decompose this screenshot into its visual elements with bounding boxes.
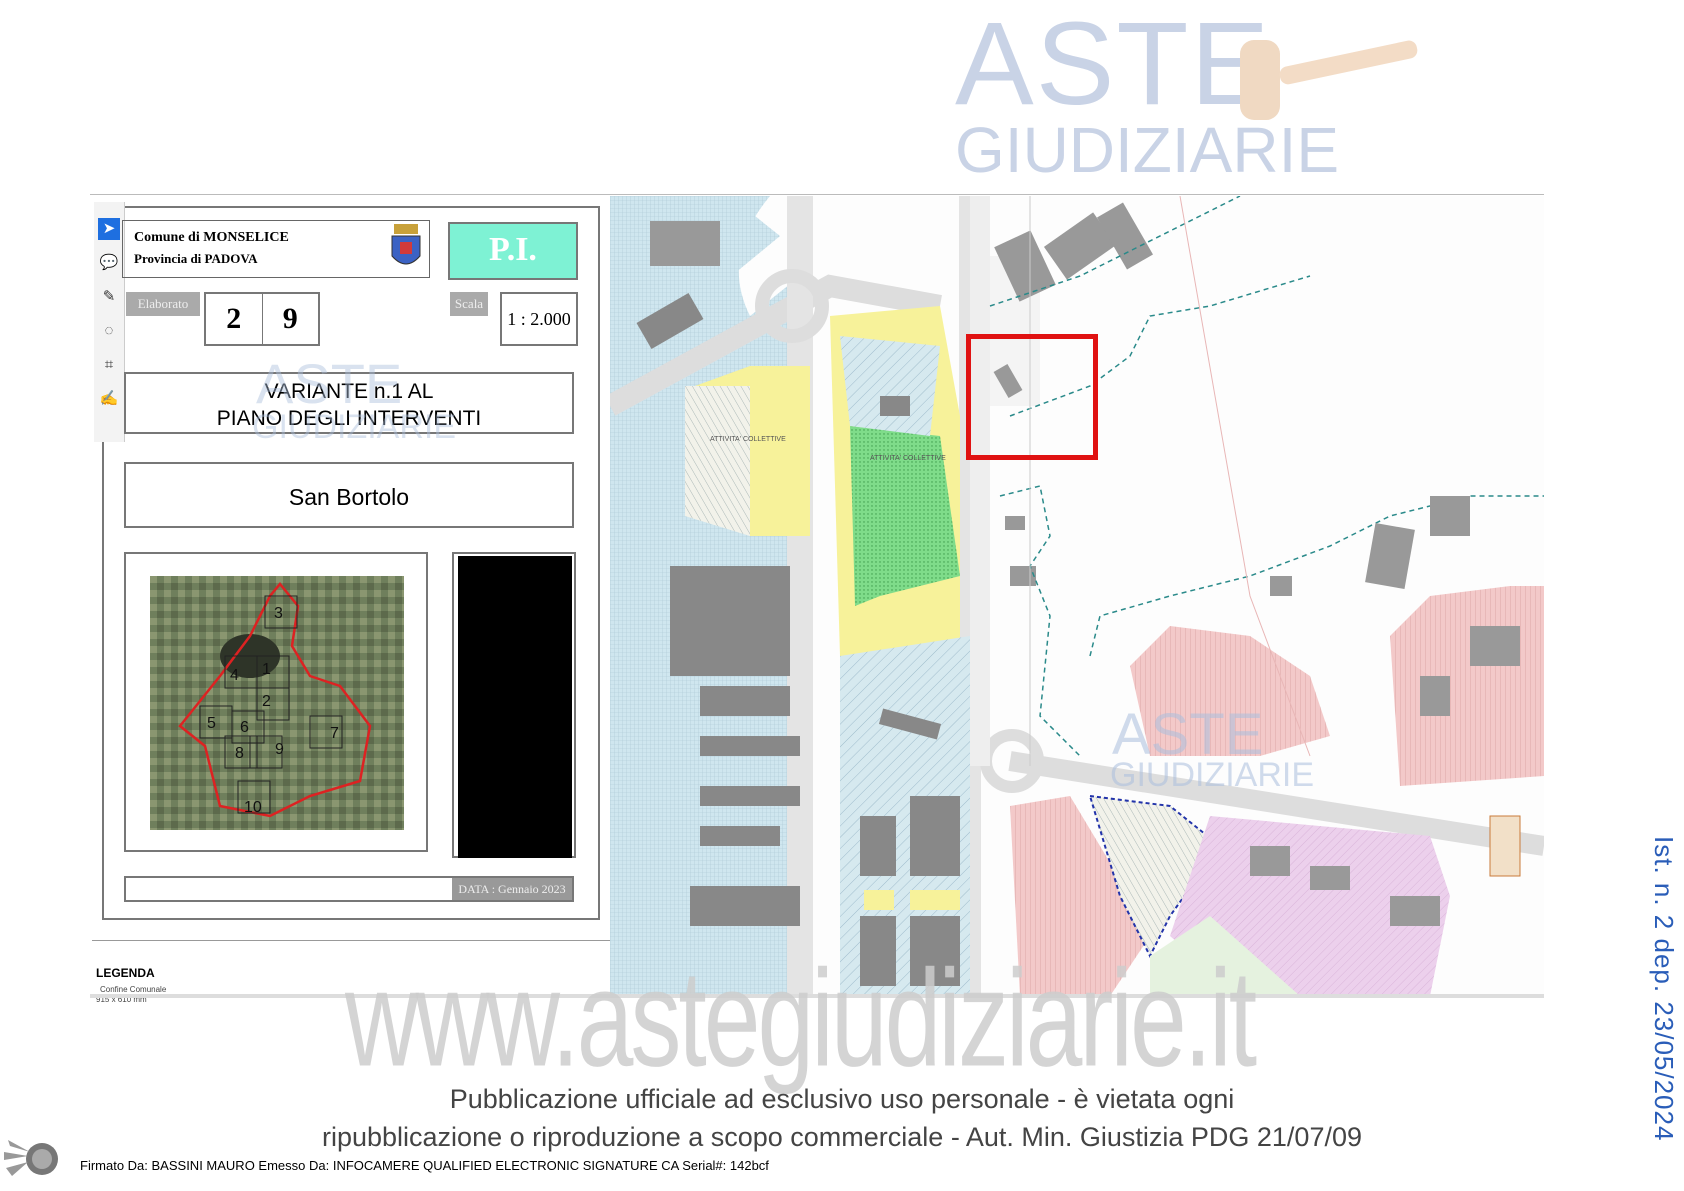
watermark-aste-small: ASTE bbox=[256, 352, 403, 415]
localita-title: San Bortolo bbox=[124, 462, 574, 528]
map-label-attivita-2: ATTIVITA' COLLETTIVE bbox=[870, 455, 946, 462]
site-watermark: www.astegiudiziarie.it bbox=[345, 941, 1257, 1096]
coat-of-arms-icon bbox=[391, 224, 421, 265]
pen-icon[interactable]: ✎ bbox=[98, 286, 120, 308]
sheet-label-6: 6 bbox=[240, 719, 249, 736]
watermark-giudiziarie-map: GIUDIZIARIE bbox=[1110, 756, 1315, 794]
gavel-logo-icon bbox=[1240, 40, 1418, 120]
scala-label: Scala bbox=[450, 292, 488, 316]
comune-label: Comune di MONSELICE bbox=[134, 230, 289, 245]
sheet-label-8: 8 bbox=[235, 745, 244, 762]
sheet-label-2: 2 bbox=[262, 693, 271, 710]
elaborato-label: Elaborato bbox=[126, 292, 200, 316]
elaborato-number-2: 9 bbox=[261, 294, 319, 344]
comment-icon[interactable]: 💬 bbox=[98, 252, 120, 274]
comune-box bbox=[122, 220, 430, 278]
sign-icon[interactable]: ✍ bbox=[98, 388, 120, 410]
elaborato-number-1: 2 bbox=[226, 302, 242, 335]
zoning-map: ATTIVITA' COLLETTIVE ATTIVITA' COLLETTIV… bbox=[610, 196, 1544, 996]
pi-badge: P.I. bbox=[448, 222, 578, 280]
signature-seal-icon bbox=[4, 1140, 58, 1176]
sheet-label-10: 10 bbox=[244, 799, 262, 816]
sheet-label-1: 1 bbox=[262, 661, 271, 678]
provincia-label: Provincia di PADOVA bbox=[134, 251, 258, 266]
publication-notice-line-1: Pubblicazione ufficiale ad esclusivo uso… bbox=[449, 1084, 1235, 1114]
legend-item: Confine Comunale bbox=[100, 985, 167, 994]
date-label: DATA : Gennaio 2023 bbox=[452, 878, 572, 900]
pdf-toolbar: ➤ 💬 ✎ ◌ ⌗ ✍ bbox=[94, 202, 125, 442]
scale-value: 1 : 2.000 bbox=[500, 292, 578, 346]
sheet-label-4: 4 bbox=[230, 667, 239, 684]
select-icon[interactable]: ➤ bbox=[98, 218, 120, 240]
elaborato-number: 2 9 bbox=[204, 292, 320, 346]
legend-title: LEGENDA bbox=[96, 966, 155, 980]
redacted-area bbox=[458, 556, 572, 858]
deposit-stamp: Ist. n. 2 dep. 23/05/2024 bbox=[1649, 836, 1679, 1142]
highlight-rectangle bbox=[966, 334, 1098, 460]
lasso-icon[interactable]: ◌ bbox=[98, 320, 120, 342]
signature-line: Firmato Da: BASSINI MAURO Emesso Da: INF… bbox=[80, 1158, 769, 1173]
sheet-label-7: 7 bbox=[330, 725, 339, 742]
text-recognition-icon[interactable]: ⌗ bbox=[98, 354, 120, 376]
publication-notice-line-2: ripubblicazione o riproduzione a scopo c… bbox=[321, 1122, 1362, 1152]
watermark-aste-text: ASTE bbox=[955, 0, 1272, 130]
map-label-attivita-1: ATTIVITA' COLLETTIVE bbox=[710, 436, 786, 443]
watermark-giudiziarie-small: GIUDIZIARIE bbox=[252, 408, 457, 446]
sheet-label-3: 3 bbox=[274, 605, 283, 622]
sheet-label-9: 9 bbox=[275, 741, 284, 758]
sheet-label-5: 5 bbox=[207, 715, 216, 732]
key-map: 3 4 1 2 5 6 7 8 9 10 bbox=[150, 576, 404, 830]
